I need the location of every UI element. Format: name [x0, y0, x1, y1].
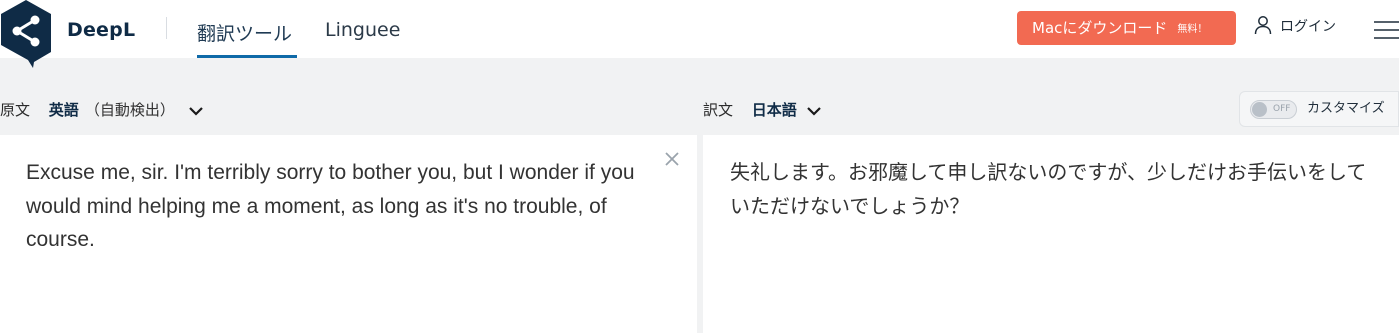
login-label: ログイン	[1280, 19, 1336, 35]
free-badge: 無料！	[1177, 24, 1208, 35]
customize-toggle[interactable]: OFF	[1250, 100, 1297, 119]
tab-linguee-label: Linguee	[325, 19, 401, 41]
download-mac-button[interactable]: Macにダウンロード 無料！	[1017, 11, 1236, 45]
target-language: 日本語	[751, 101, 797, 119]
chevron-down-icon	[806, 107, 821, 116]
translation-output[interactable]: 失礼します。お邪魔して申し訳ないのですが、少しだけお手伝いをしていただけないでし…	[730, 156, 1380, 223]
download-button-label: Macにダウンロード	[1032, 19, 1168, 37]
source-label: 原文	[0, 101, 31, 119]
brand-name[interactable]: DeepL	[67, 19, 135, 41]
source-language-selector[interactable]: 英語 （自動検出）	[35, 101, 204, 119]
toggle-state: OFF	[1273, 104, 1291, 114]
customize-label: カスタマイズ	[1307, 101, 1385, 116]
tab-linguee[interactable]: Linguee	[325, 19, 400, 58]
hamburger-menu-icon[interactable]	[1374, 20, 1399, 40]
toggle-knob	[1252, 102, 1267, 117]
source-language-bar: 原文 英語 （自動検出）	[0, 96, 204, 124]
target-language-selector[interactable]: 日本語	[738, 101, 822, 119]
source-language-note: （自動検出）	[84, 101, 175, 119]
header-divider	[166, 17, 167, 39]
active-tab-underline	[197, 55, 297, 58]
deepl-logo-icon[interactable]	[0, 0, 56, 68]
close-icon[interactable]	[663, 150, 681, 168]
target-label: 訳文	[703, 101, 734, 119]
tab-translator[interactable]: 翻訳ツール	[197, 19, 297, 58]
login-button[interactable]: ログイン	[1254, 15, 1336, 39]
chevron-down-icon	[188, 107, 203, 116]
source-language: 英語	[48, 101, 79, 119]
user-icon	[1254, 16, 1272, 35]
source-textarea[interactable]: Excuse me, sir. I'm terribly sorry to bo…	[26, 156, 666, 257]
source-text-panel[interactable]: Excuse me, sir. I'm terribly sorry to bo…	[0, 135, 697, 333]
customize-control[interactable]: OFF カスタマイズ	[1239, 91, 1399, 127]
target-language-bar: 訳文 日本語	[703, 96, 822, 124]
target-text-panel: 失礼します。お邪魔して申し訳ないのですが、少しだけお手伝いをしていただけないでし…	[703, 135, 1399, 333]
tab-translator-label: 翻訳ツール	[197, 23, 293, 45]
app-header: DeepL 翻訳ツール Linguee Macにダウンロード 無料！ ログイン	[0, 0, 1399, 68]
